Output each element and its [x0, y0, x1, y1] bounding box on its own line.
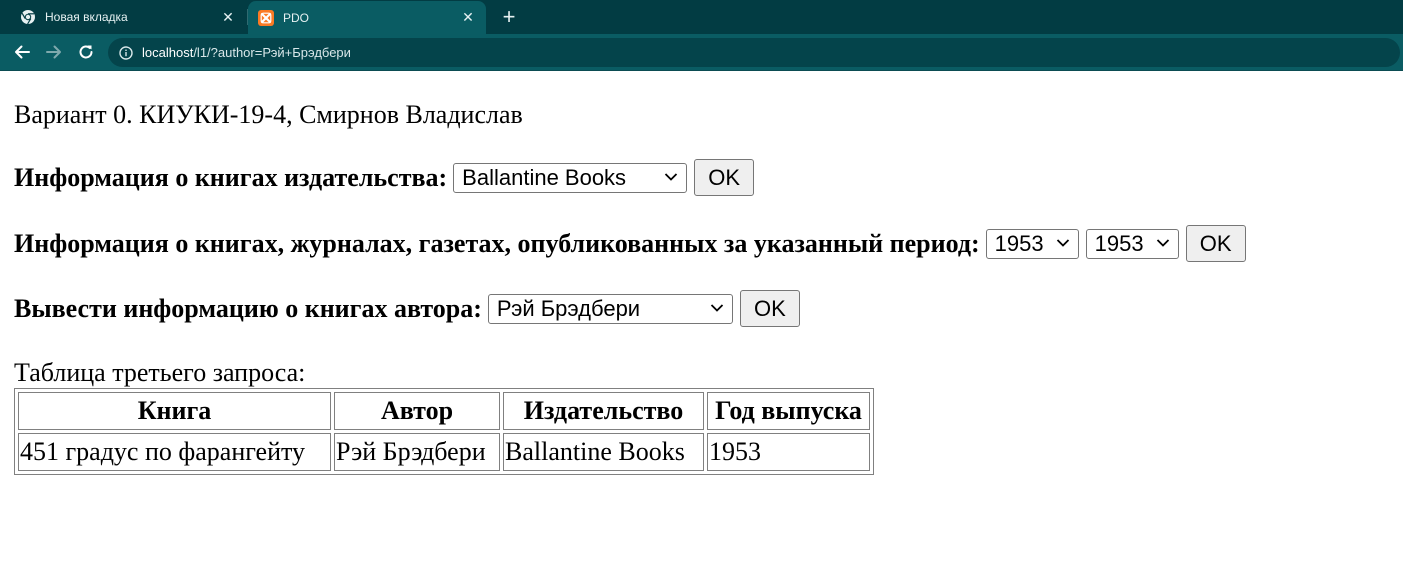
forward-button[interactable] — [41, 40, 67, 64]
table-caption: Таблица третьего запроса: — [14, 358, 306, 387]
info-icon[interactable] — [118, 45, 134, 61]
period-label: Информация о книгах, журналах, газетах, … — [14, 228, 980, 258]
author-form: Вывести информацию о книгах автора: Рэй … — [14, 290, 800, 327]
close-icon[interactable]: ✕ — [216, 5, 240, 29]
table-row: 451 градус по фарангейту Рэй Брэдбери Ba… — [18, 433, 870, 471]
year-to-value: 1953 — [1094, 230, 1144, 256]
year-to-select[interactable]: 1953 — [1085, 228, 1179, 259]
close-icon[interactable]: ✕ — [456, 6, 480, 30]
period-form: Информация о книгах, журналах, газетах, … — [14, 225, 1246, 262]
new-tab-button[interactable]: + — [497, 5, 521, 29]
browser-toolbar: localhost/l1/?author=Рэй+Брэдбери — [0, 34, 1403, 71]
author-label: Вывести информацию о книгах автора: — [14, 293, 482, 323]
author-ok-button[interactable]: OK — [739, 290, 800, 327]
url-host: localhost — [142, 45, 194, 60]
cell-year: 1953 — [707, 433, 870, 471]
results-table: Книга Автор Издательство Год выпуска 451… — [14, 388, 874, 475]
table-header-row: Книга Автор Издательство Год выпуска — [18, 392, 870, 430]
chrome-icon — [20, 9, 36, 25]
arrow-right-icon — [46, 45, 61, 59]
reload-icon — [79, 45, 93, 59]
column-header-publisher: Издательство — [503, 392, 704, 430]
url-path: /l1/?author=Рэй+Брэдбери — [193, 45, 351, 60]
publisher-label: Информация о книгах издательства: — [14, 162, 448, 192]
chevron-down-icon — [1056, 238, 1069, 247]
page-heading: Вариант 0. КИУКИ-19-4, Смирнов Владислав — [14, 100, 523, 129]
arrow-left-icon — [15, 45, 30, 59]
publisher-select[interactable]: Ballantine Books — [453, 162, 688, 193]
cell-book: 451 градус по фарангейту — [18, 433, 331, 471]
publisher-form: Информация о книгах издательства: Ballan… — [14, 159, 755, 196]
year-from-select[interactable]: 1953 — [985, 228, 1079, 259]
chevron-down-icon — [665, 172, 678, 181]
chevron-down-icon — [710, 303, 724, 312]
column-header-book: Книга — [18, 392, 331, 430]
browser-tab-strip: Новая вкладка ✕ PDO ✕ + — [0, 0, 1403, 34]
column-header-year: Год выпуска — [707, 392, 870, 430]
period-ok-button[interactable]: OK — [1185, 225, 1246, 262]
tab-title: Новая вкладка — [45, 10, 128, 24]
address-bar[interactable]: localhost/l1/?author=Рэй+Брэдбери — [108, 38, 1400, 67]
cell-author: Рэй Брэдбери — [334, 433, 500, 471]
cell-publisher: Ballantine Books — [503, 433, 704, 471]
page-content: Вариант 0. КИУКИ-19-4, Смирнов Владислав… — [0, 72, 1403, 563]
tab-pdo[interactable]: PDO ✕ — [248, 1, 486, 34]
xampp-icon — [258, 9, 274, 26]
tab-title: PDO — [283, 10, 310, 25]
author-select-value: Рэй Брэдбери — [496, 295, 641, 321]
column-header-author: Автор — [334, 392, 500, 430]
back-button[interactable] — [9, 40, 35, 64]
publisher-select-value: Ballantine Books — [462, 164, 627, 190]
year-from-value: 1953 — [994, 230, 1044, 256]
reload-button[interactable] — [73, 40, 99, 64]
author-select[interactable]: Рэй Брэдбери — [487, 293, 733, 324]
chevron-down-icon — [1156, 238, 1169, 247]
publisher-ok-button[interactable]: OK — [694, 159, 755, 196]
tab-new-tab[interactable]: Новая вкладка ✕ — [8, 0, 246, 34]
url-text: localhost/l1/?author=Рэй+Брэдбери — [142, 45, 351, 60]
